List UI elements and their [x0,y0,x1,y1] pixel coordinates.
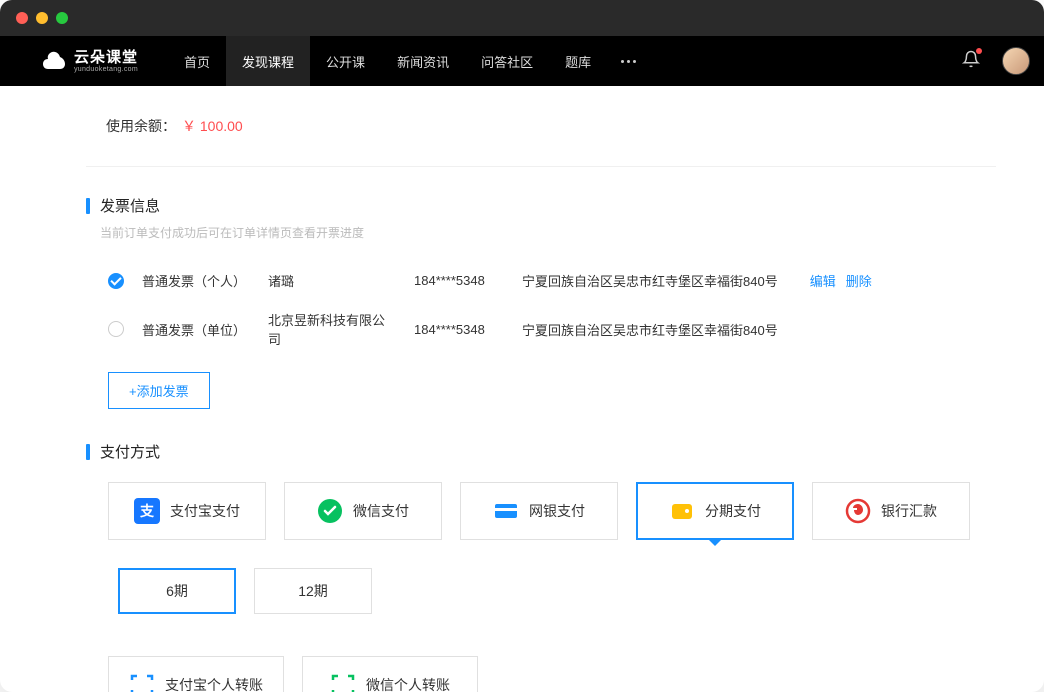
transfer-label: 微信个人转账 [366,675,450,692]
installment-6[interactable]: 6期 [118,568,236,614]
nav-right [962,47,1030,75]
personal-transfer-row: 支付宝个人转账 微信个人转账 [108,656,996,692]
invoice-type: 普通发票（个人） [142,271,250,290]
scan-icon [129,672,155,692]
main-content: 使用余额： ￥ 100.00 发票信息 当前订单支付成功后可在订单详情页查看开票… [0,86,1044,692]
section-bar-icon [86,198,90,214]
invoice-type: 普通发票（单位） [142,320,250,339]
invoice-row-1: 普通发票（单位） 北京昱新科技有限公司 184****5348 宁夏回族自治区吴… [86,300,996,358]
pay-label: 分期支付 [705,501,761,521]
notification-badge [976,48,982,54]
balance-label: 使用余额： [106,116,176,136]
nav-item-bank[interactable]: 题库 [549,36,607,86]
installment-options-row: 6期 12期 [118,568,996,614]
wallet-icon [669,498,695,524]
logo-text-cn: 云朵课堂 [74,50,138,65]
invoice-delete-link[interactable]: 删除 [846,271,872,290]
nav-item-open[interactable]: 公开课 [310,36,381,86]
invoice-title: 发票信息 [100,195,160,216]
invoice-addr: 宁夏回族自治区吴忠市红寺堡区幸福街840号 [522,271,778,290]
invoice-subtitle: 当前订单支付成功后可在订单详情页查看开票进度 [100,224,996,241]
invoice-name: 诸璐 [268,271,396,290]
pay-method-installment[interactable]: 分期支付 [636,482,794,540]
transfer-label: 支付宝个人转账 [165,675,263,692]
invoice-phone: 184****5348 [414,273,504,288]
invoice-row-0: 普通发票（个人） 诸璐 184****5348 宁夏回族自治区吴忠市红寺堡区幸福… [86,261,996,300]
pay-label: 支付宝支付 [170,501,240,521]
window-min-dot[interactable] [36,12,48,24]
window-titlebar [0,0,1044,36]
scan-icon [330,672,356,692]
payment-title: 支付方式 [100,441,160,462]
invoice-radio-1[interactable] [108,321,124,337]
section-bar-icon [86,444,90,460]
nav-links: 首页 发现课程 公开课 新闻资讯 问答社区 题库 [168,36,650,86]
pay-label: 微信支付 [353,501,409,521]
invoice-section-title: 发票信息 [86,195,996,216]
invoice-radio-0[interactable] [108,273,124,289]
nav-item-discover[interactable]: 发现课程 [226,36,310,86]
nav-item-news[interactable]: 新闻资讯 [381,36,465,86]
logo-icon [40,47,68,75]
invoice-phone: 184****5348 [414,322,504,337]
user-avatar[interactable] [1002,47,1030,75]
balance-amount: ￥ 100.00 [182,116,243,136]
installment-12[interactable]: 12期 [254,568,372,614]
nav-item-home[interactable]: 首页 [168,36,226,86]
alipay-icon: 支 [134,498,160,524]
nav-item-qa[interactable]: 问答社区 [465,36,549,86]
logo[interactable]: 云朵课堂 yunduoketang.com [40,47,138,75]
pay-method-bank[interactable]: 网银支付 [460,482,618,540]
transfer-wechat-personal[interactable]: 微信个人转账 [302,656,478,692]
add-invoice-button[interactable]: +添加发票 [108,372,210,409]
wechat-icon [317,498,343,524]
nav-more-icon[interactable] [607,60,650,63]
invoice-name: 北京昱新科技有限公司 [268,310,396,348]
pay-method-transfer[interactable]: 银行汇款 [812,482,970,540]
pay-method-alipay[interactable]: 支 支付宝支付 [108,482,266,540]
window-close-dot[interactable] [16,12,28,24]
pay-method-wechat[interactable]: 微信支付 [284,482,442,540]
app-window: 云朵课堂 yunduoketang.com 首页 发现课程 公开课 新闻资讯 问… [0,0,1044,692]
invoice-edit-link[interactable]: 编辑 [810,271,836,290]
svg-text:支: 支 [139,503,155,519]
payment-section-title: 支付方式 [86,441,996,462]
logo-text-en: yunduoketang.com [74,66,138,73]
notification-icon[interactable] [962,50,980,73]
bank-icon [493,498,519,524]
payment-methods-row: 支 支付宝支付 微信支付 网银支付 分期支付 银行汇款 [108,482,996,540]
transfer-alipay-personal[interactable]: 支付宝个人转账 [108,656,284,692]
invoice-addr: 宁夏回族自治区吴忠市红寺堡区幸福街840号 [522,320,778,339]
window-max-dot[interactable] [56,12,68,24]
pay-label: 银行汇款 [881,501,937,521]
pay-label: 网银支付 [529,501,585,521]
bank-transfer-icon [845,498,871,524]
balance-row: 使用余额： ￥ 100.00 [86,86,996,167]
navbar: 云朵课堂 yunduoketang.com 首页 发现课程 公开课 新闻资讯 问… [0,36,1044,86]
